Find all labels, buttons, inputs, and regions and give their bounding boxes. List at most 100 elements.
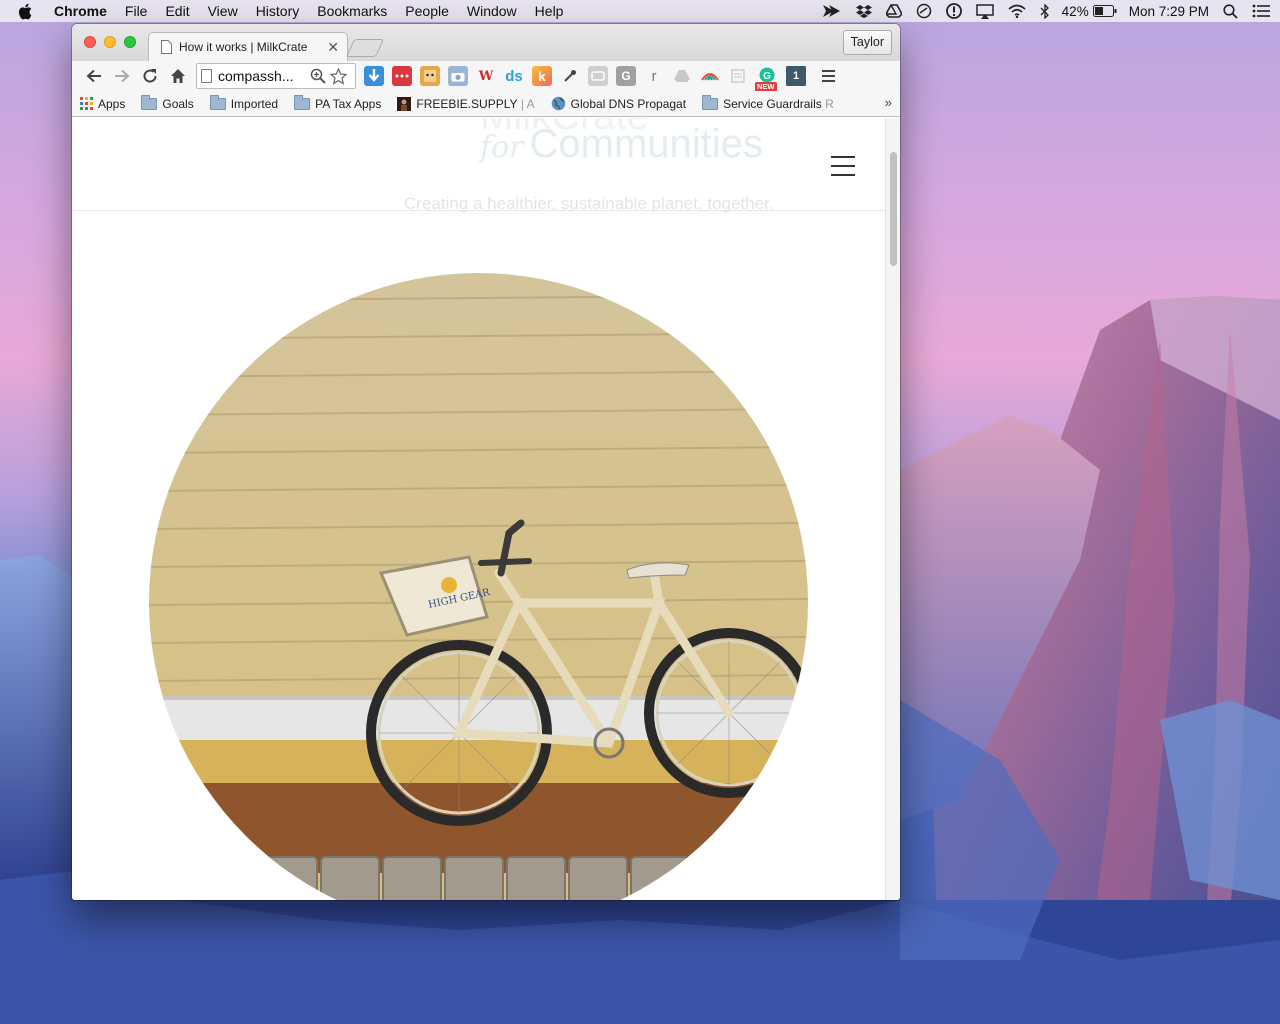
page-scrollbar[interactable] bbox=[885, 118, 900, 900]
reload-button[interactable] bbox=[136, 63, 164, 89]
page-info-icon[interactable] bbox=[201, 69, 212, 83]
folder-icon bbox=[702, 94, 719, 110]
battery-icon[interactable] bbox=[1092, 5, 1117, 17]
dropbox-icon[interactable] bbox=[855, 4, 872, 18]
note-extension-icon[interactable] bbox=[728, 66, 748, 86]
tab-close-icon[interactable]: ✕ bbox=[327, 39, 339, 56]
menu-history[interactable]: History bbox=[256, 0, 300, 22]
tab-strip: How it works | MilkCrate ✕ Taylor bbox=[72, 24, 900, 61]
wifi-icon[interactable] bbox=[1008, 4, 1026, 18]
info-status-icon[interactable] bbox=[945, 3, 962, 19]
r-extension-icon[interactable]: r bbox=[644, 66, 664, 86]
bookmark-guardrails-fade: R bbox=[825, 96, 834, 111]
extensions-row: W ds k G r G NEW 1 bbox=[362, 66, 812, 92]
w-extension-icon[interactable]: W bbox=[476, 66, 496, 86]
home-button[interactable] bbox=[164, 63, 192, 89]
site-header: MilkCrate forCommunities Creating a heal… bbox=[72, 118, 885, 213]
browser-toolbar: W ds k G r G NEW 1 bbox=[72, 61, 900, 92]
bookmark-star-icon[interactable] bbox=[330, 67, 347, 85]
chrome-menu-button[interactable] bbox=[818, 66, 838, 86]
tab-title: How it works | MilkCrate bbox=[179, 40, 308, 54]
bookmark-guardrails-label: Service Guardrails bbox=[723, 96, 822, 111]
drive-icon[interactable] bbox=[885, 4, 902, 18]
scrollbar-thumb[interactable] bbox=[890, 152, 897, 266]
drive-extension-icon[interactable] bbox=[672, 66, 692, 86]
globe-icon bbox=[551, 96, 566, 111]
site-logo-top: MilkCrate bbox=[480, 118, 649, 139]
address-bar[interactable] bbox=[196, 63, 356, 89]
menu-bookmarks[interactable]: Bookmarks bbox=[317, 0, 387, 22]
url-input[interactable] bbox=[218, 68, 306, 84]
download-extension-icon[interactable] bbox=[364, 66, 384, 86]
site-tagline: Creating a healthier, sustainable planet… bbox=[404, 194, 774, 213]
bookmark-goals[interactable]: Goals bbox=[141, 94, 194, 111]
menu-view[interactable]: View bbox=[208, 0, 238, 22]
bookmark-freebie-label: FREEBIE.SUPPLY bbox=[416, 96, 518, 111]
grammarly-extension-icon[interactable]: G NEW bbox=[755, 66, 778, 92]
eyedropper-extension-icon[interactable] bbox=[560, 66, 580, 86]
notification-center-icon[interactable] bbox=[1252, 4, 1270, 18]
timemachine-icon[interactable] bbox=[916, 3, 932, 19]
menu-window[interactable]: Window bbox=[467, 0, 517, 22]
menu-app-name[interactable]: Chrome bbox=[54, 0, 107, 22]
minimize-window-button[interactable] bbox=[104, 36, 116, 48]
window-controls bbox=[84, 36, 144, 48]
menu-people[interactable]: People bbox=[405, 0, 449, 22]
tab-active[interactable]: How it works | MilkCrate ✕ bbox=[148, 32, 348, 61]
folder-icon bbox=[294, 94, 311, 110]
bookmark-imported-label: Imported bbox=[230, 96, 279, 111]
back-button[interactable] bbox=[80, 63, 108, 89]
bookmark-service-guardrails[interactable]: Service Guardrails R bbox=[702, 94, 834, 111]
bookmarks-bar: Apps Goals Imported PA Tax Apps FREEBIE.… bbox=[72, 91, 900, 117]
spotlight-search-icon[interactable] bbox=[1223, 3, 1238, 19]
chrome-window: How it works | MilkCrate ✕ Taylor compas… bbox=[72, 24, 900, 900]
folder-icon bbox=[141, 94, 158, 110]
profile-button[interactable]: Taylor bbox=[842, 30, 892, 55]
zoom-icon[interactable] bbox=[310, 68, 326, 84]
menubar-clock[interactable]: Mon 7:29 PM bbox=[1129, 4, 1209, 19]
rainbow-extension-icon[interactable] bbox=[700, 66, 720, 86]
status-send-icon[interactable] bbox=[822, 4, 842, 18]
bluetooth-icon[interactable] bbox=[1040, 3, 1050, 19]
new-tab-button[interactable] bbox=[345, 39, 385, 57]
g-extension-icon[interactable]: G bbox=[616, 66, 636, 86]
menu-help[interactable]: Help bbox=[535, 0, 564, 22]
folder-icon bbox=[209, 94, 226, 110]
apps-grid-icon bbox=[80, 97, 93, 110]
battery-percent: 42% bbox=[1061, 3, 1089, 19]
bookmark-global-dns[interactable]: Global DNS Propagat bbox=[551, 96, 686, 111]
menu-file[interactable]: File bbox=[125, 0, 148, 22]
count-extension-icon[interactable]: 1 bbox=[786, 66, 806, 86]
close-window-button[interactable] bbox=[84, 36, 96, 48]
bookmark-freebie-supply[interactable]: FREEBIE.SUPPLY | A bbox=[397, 96, 535, 111]
bookmark-apps[interactable]: Apps bbox=[80, 97, 125, 111]
bookmark-dns-label: Global DNS Propagat bbox=[570, 96, 687, 111]
forward-button[interactable] bbox=[108, 63, 136, 89]
bookmark-goals-label: Goals bbox=[162, 96, 194, 111]
page-favicon-icon bbox=[161, 40, 173, 54]
menu-edit[interactable]: Edit bbox=[165, 0, 189, 22]
site-logo[interactable]: MilkCrate forCommunities bbox=[480, 118, 763, 167]
freebie-favicon-icon bbox=[397, 96, 412, 111]
mac-menu-bar: Chrome File Edit View History Bookmarks … bbox=[0, 0, 1280, 22]
ds-extension-icon[interactable]: ds bbox=[504, 66, 524, 86]
bicycle-photo: HIGH GEAR bbox=[149, 273, 808, 900]
svg-text:G: G bbox=[763, 71, 771, 82]
bookmarks-overflow-chevron-icon[interactable]: » bbox=[885, 95, 892, 110]
bookmark-apps-label: Apps bbox=[98, 96, 126, 111]
airplay-icon[interactable] bbox=[975, 3, 994, 19]
face-extension-icon[interactable] bbox=[420, 66, 440, 86]
bookmark-freebie-fade: | A bbox=[520, 96, 535, 111]
hamburger-menu-icon[interactable] bbox=[831, 156, 855, 176]
bookmark-pa-tax-label: PA Tax Apps bbox=[315, 96, 382, 111]
k-extension-icon[interactable]: k bbox=[532, 66, 552, 86]
page-viewport: MilkCrate forCommunities Creating a heal… bbox=[72, 118, 900, 900]
disabled-extension-icon[interactable] bbox=[588, 66, 608, 86]
maximize-window-button[interactable] bbox=[124, 36, 136, 48]
hero-bicycle-image: HIGH GEAR bbox=[149, 273, 808, 900]
camera-extension-icon[interactable] bbox=[448, 66, 468, 86]
bookmark-pa-tax-apps[interactable]: PA Tax Apps bbox=[294, 94, 382, 111]
apple-menu-icon[interactable] bbox=[18, 2, 34, 20]
bookmark-imported[interactable]: Imported bbox=[209, 94, 279, 111]
dots-extension-icon[interactable] bbox=[392, 66, 412, 86]
